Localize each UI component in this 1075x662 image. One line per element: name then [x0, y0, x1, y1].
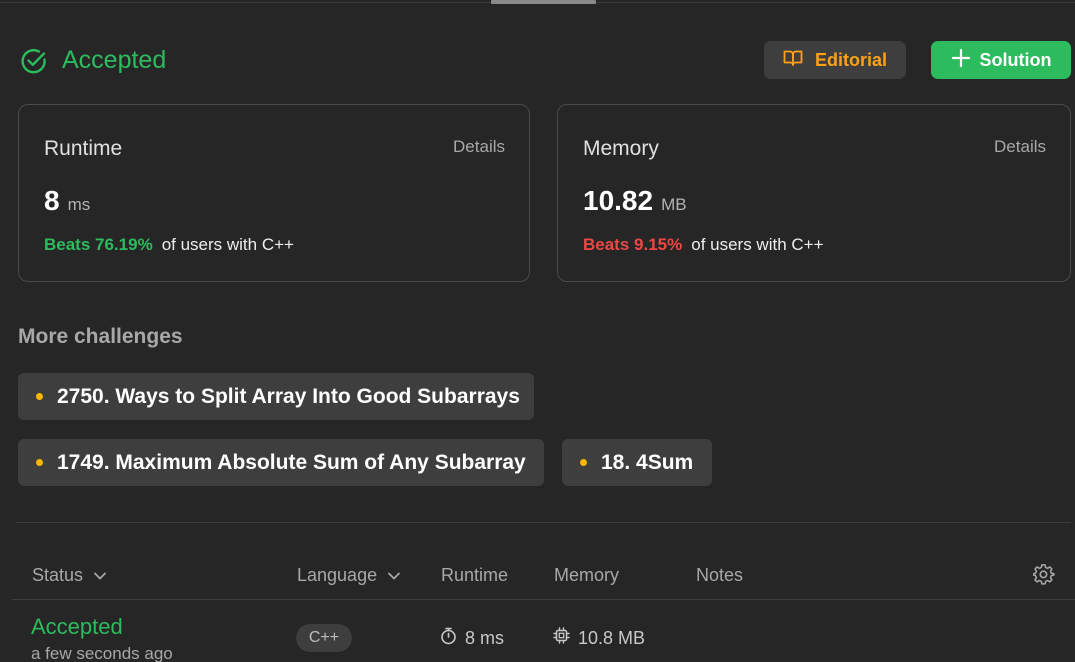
runtime-card: Runtime Details 8 ms Beats 76.19% of use…	[18, 104, 530, 282]
difficulty-dot	[36, 459, 43, 466]
language-column-header[interactable]: Language	[297, 565, 401, 586]
more-challenges-title: More challenges	[18, 325, 183, 348]
runtime-beats-suffix: of users with C++	[161, 235, 294, 254]
memory-value: 10.82 MB	[583, 185, 687, 217]
runtime-details-link[interactable]: Details	[453, 137, 505, 157]
editorial-label: Editorial	[814, 49, 887, 70]
memory-beats-percent: Beats 9.15%	[583, 235, 683, 254]
language-header-label: Language	[297, 565, 378, 585]
solution-label: Solution	[979, 49, 1052, 70]
challenge-chip[interactable]: 2750. Ways to Split Array Into Good Suba…	[18, 373, 534, 420]
submission-memory: 10.8 MB	[553, 627, 645, 649]
language-badge: C++	[296, 624, 352, 652]
timer-icon	[440, 627, 465, 650]
challenge-chip-label: 18. 4Sum	[601, 450, 694, 474]
memory-card: Memory Details 10.82 MB Beats 9.15% of u…	[557, 104, 1071, 282]
runtime-value: 8 ms	[44, 185, 90, 217]
active-tab-indicator	[491, 0, 596, 4]
runtime-beats: Beats 76.19% of users with C++	[44, 235, 294, 255]
challenge-chip-label: 2750. Ways to Split Array Into Good Suba…	[57, 384, 520, 408]
submission-time: a few seconds ago	[31, 644, 173, 662]
memory-number: 10.82	[583, 185, 654, 216]
submission-status-link[interactable]: Accepted	[31, 614, 123, 640]
chevron-down-icon	[83, 565, 107, 586]
memory-beats-suffix: of users with C++	[691, 235, 824, 254]
plus-icon	[951, 48, 980, 73]
submission-runtime: 8 ms	[440, 627, 504, 650]
memory-column-header: Memory	[554, 565, 620, 585]
chevron-down-icon	[377, 565, 401, 586]
result-header: Accepted	[20, 46, 166, 75]
submission-result-page: Accepted Editorial Solution Runtime Deta…	[0, 0, 1075, 662]
status-column-header[interactable]: Status	[32, 565, 107, 586]
submission-runtime-value: 8 ms	[465, 628, 505, 648]
difficulty-dot	[580, 459, 587, 466]
add-solution-button[interactable]: Solution	[931, 41, 1071, 79]
table-header-divider	[12, 599, 1075, 600]
runtime-column-header: Runtime	[441, 565, 509, 585]
book-icon	[783, 49, 815, 72]
editorial-button[interactable]: Editorial	[764, 41, 906, 79]
notes-column-header: Notes	[696, 565, 744, 585]
result-status-title: Accepted	[62, 46, 167, 74]
runtime-title: Runtime	[44, 137, 123, 160]
check-circle-icon	[20, 47, 48, 75]
runtime-unit: ms	[67, 195, 91, 214]
memory-title: Memory	[583, 137, 659, 160]
challenge-chip[interactable]: 18. 4Sum	[562, 439, 712, 486]
section-divider	[16, 522, 1071, 523]
runtime-beats-percent: Beats 76.19%	[44, 235, 153, 254]
challenge-chip-label: 1749. Maximum Absolute Sum of Any Subarr…	[57, 450, 526, 474]
gear-icon[interactable]	[1032, 564, 1055, 591]
submission-memory-value: 10.8 MB	[578, 627, 646, 648]
difficulty-dot	[36, 393, 43, 400]
memory-unit: MB	[661, 195, 687, 214]
memory-details-link[interactable]: Details	[994, 137, 1046, 157]
status-header-label: Status	[32, 565, 84, 585]
challenge-chip[interactable]: 1749. Maximum Absolute Sum of Any Subarr…	[18, 439, 544, 486]
memory-beats: Beats 9.15% of users with C++	[583, 235, 824, 255]
runtime-number: 8	[44, 185, 60, 216]
chip-icon	[553, 627, 578, 649]
